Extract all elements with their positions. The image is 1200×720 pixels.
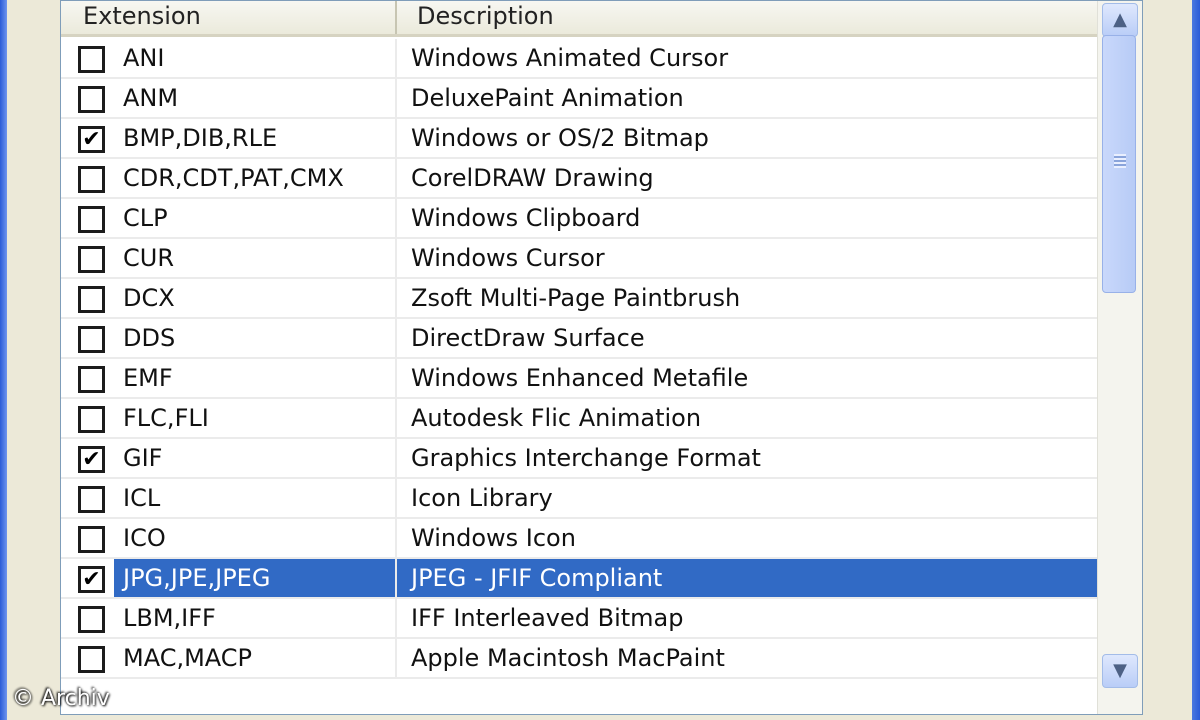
- extension-cell: CLP: [123, 204, 168, 232]
- extension-cell: MAC,MACP: [123, 644, 253, 672]
- description-cell: Windows Cursor: [395, 239, 1098, 277]
- checkbox[interactable]: [78, 246, 105, 273]
- column-header-description[interactable]: Description: [395, 1, 1098, 34]
- scroll-down-icon[interactable]: ▼: [1102, 654, 1138, 688]
- column-header-extension[interactable]: Extension: [61, 1, 395, 34]
- extension-cell: FLC,FLI: [123, 404, 209, 432]
- checkbox[interactable]: [78, 286, 105, 313]
- description-cell: Windows Icon: [395, 519, 1098, 557]
- description-cell: DeluxePaint Animation: [395, 79, 1098, 117]
- file-type-list[interactable]: Extension Description ANI Windows Animate…: [60, 0, 1143, 715]
- scrollbar-thumb[interactable]: [1102, 35, 1136, 293]
- description-cell: Autodesk Flic Animation: [395, 399, 1098, 437]
- checkbox-checked[interactable]: ✔: [78, 126, 105, 153]
- extension-cell: ANI: [123, 44, 165, 72]
- description-cell: Windows Enhanced Metafile: [395, 359, 1098, 397]
- table-row[interactable]: ANI Windows Animated Cursor: [61, 39, 1098, 79]
- extension-cell: CUR: [123, 244, 174, 272]
- checkbox[interactable]: [78, 526, 105, 553]
- table-row[interactable]: CLP Windows Clipboard: [61, 199, 1098, 239]
- description-cell: JPEG - JFIF Compliant: [395, 559, 1098, 597]
- table-row[interactable]: ANM DeluxePaint Animation: [61, 79, 1098, 119]
- description-cell: Windows or OS/2 Bitmap: [395, 119, 1098, 157]
- list-rows: ANI Windows Animated Cursor ANM DeluxePaint…: [61, 39, 1098, 679]
- grip-icon: [1114, 154, 1126, 168]
- extension-cell: DDS: [123, 324, 176, 352]
- watermark: © Archiv: [12, 686, 110, 711]
- table-row[interactable]: FLC,FLI Autodesk Flic Animation: [61, 399, 1098, 439]
- table-row[interactable]: ICO Windows Icon: [61, 519, 1098, 559]
- table-row[interactable]: ✔ JPG,JPE,JPEG JPEG - JFIF Compliant: [61, 559, 1098, 599]
- vertical-scrollbar[interactable]: ▲ ▼: [1097, 1, 1142, 714]
- table-row[interactable]: MAC,MACP Apple Macintosh MacPaint: [61, 639, 1098, 679]
- checkbox[interactable]: [78, 406, 105, 433]
- checkbox[interactable]: [78, 606, 105, 633]
- table-row[interactable]: ✔ GIF Graphics Interchange Format: [61, 439, 1098, 479]
- table-row[interactable]: ✔ BMP,DIB,RLE Windows or OS/2 Bitmap: [61, 119, 1098, 159]
- description-cell: Graphics Interchange Format: [395, 439, 1098, 477]
- table-row[interactable]: CDR,CDT,PAT,CMX CorelDRAW Drawing: [61, 159, 1098, 199]
- description-cell: CorelDRAW Drawing: [395, 159, 1098, 197]
- description-cell: IFF Interleaved Bitmap: [395, 599, 1098, 637]
- scroll-up-icon[interactable]: ▲: [1102, 3, 1138, 37]
- checkbox[interactable]: [78, 486, 105, 513]
- description-cell: Apple Macintosh MacPaint: [395, 639, 1098, 677]
- checkbox[interactable]: [78, 86, 105, 113]
- description-cell: Zsoft Multi-Page Paintbrush: [395, 279, 1098, 317]
- table-row[interactable]: CUR Windows Cursor: [61, 239, 1098, 279]
- table-row[interactable]: DCX Zsoft Multi-Page Paintbrush: [61, 279, 1098, 319]
- table-row[interactable]: ICL Icon Library: [61, 479, 1098, 519]
- table-row[interactable]: EMF Windows Enhanced Metafile: [61, 359, 1098, 399]
- extension-cell: GIF: [123, 444, 163, 472]
- checkbox[interactable]: [78, 46, 105, 73]
- extension-cell: ICL: [123, 484, 161, 512]
- extension-cell: BMP,DIB,RLE: [123, 124, 278, 152]
- description-cell: Windows Animated Cursor: [395, 39, 1098, 77]
- extension-cell: ICO: [123, 524, 166, 552]
- extension-cell: ANM: [123, 84, 179, 112]
- extension-cell: CDR,CDT,PAT,CMX: [123, 164, 344, 192]
- description-cell: Icon Library: [395, 479, 1098, 517]
- description-cell: Windows Clipboard: [395, 199, 1098, 237]
- extension-cell: LBM,IFF: [123, 604, 216, 632]
- extension-cell: JPG,JPE,JPEG: [114, 559, 395, 597]
- checkbox[interactable]: [78, 646, 105, 673]
- window-frame-right: [1186, 0, 1200, 720]
- checkbox[interactable]: [78, 366, 105, 393]
- checkbox[interactable]: [78, 166, 105, 193]
- description-cell: DirectDraw Surface: [395, 319, 1098, 357]
- table-row[interactable]: LBM,IFF IFF Interleaved Bitmap: [61, 599, 1098, 639]
- window-frame-left: [0, 0, 7, 720]
- checkbox[interactable]: [78, 206, 105, 233]
- checkbox-checked[interactable]: ✔: [78, 566, 105, 593]
- list-header: Extension Description: [61, 1, 1098, 37]
- checkbox[interactable]: [78, 326, 105, 353]
- checkbox-checked[interactable]: ✔: [78, 446, 105, 473]
- extension-cell: EMF: [123, 364, 173, 392]
- table-row[interactable]: DDS DirectDraw Surface: [61, 319, 1098, 359]
- extension-cell: DCX: [123, 284, 175, 312]
